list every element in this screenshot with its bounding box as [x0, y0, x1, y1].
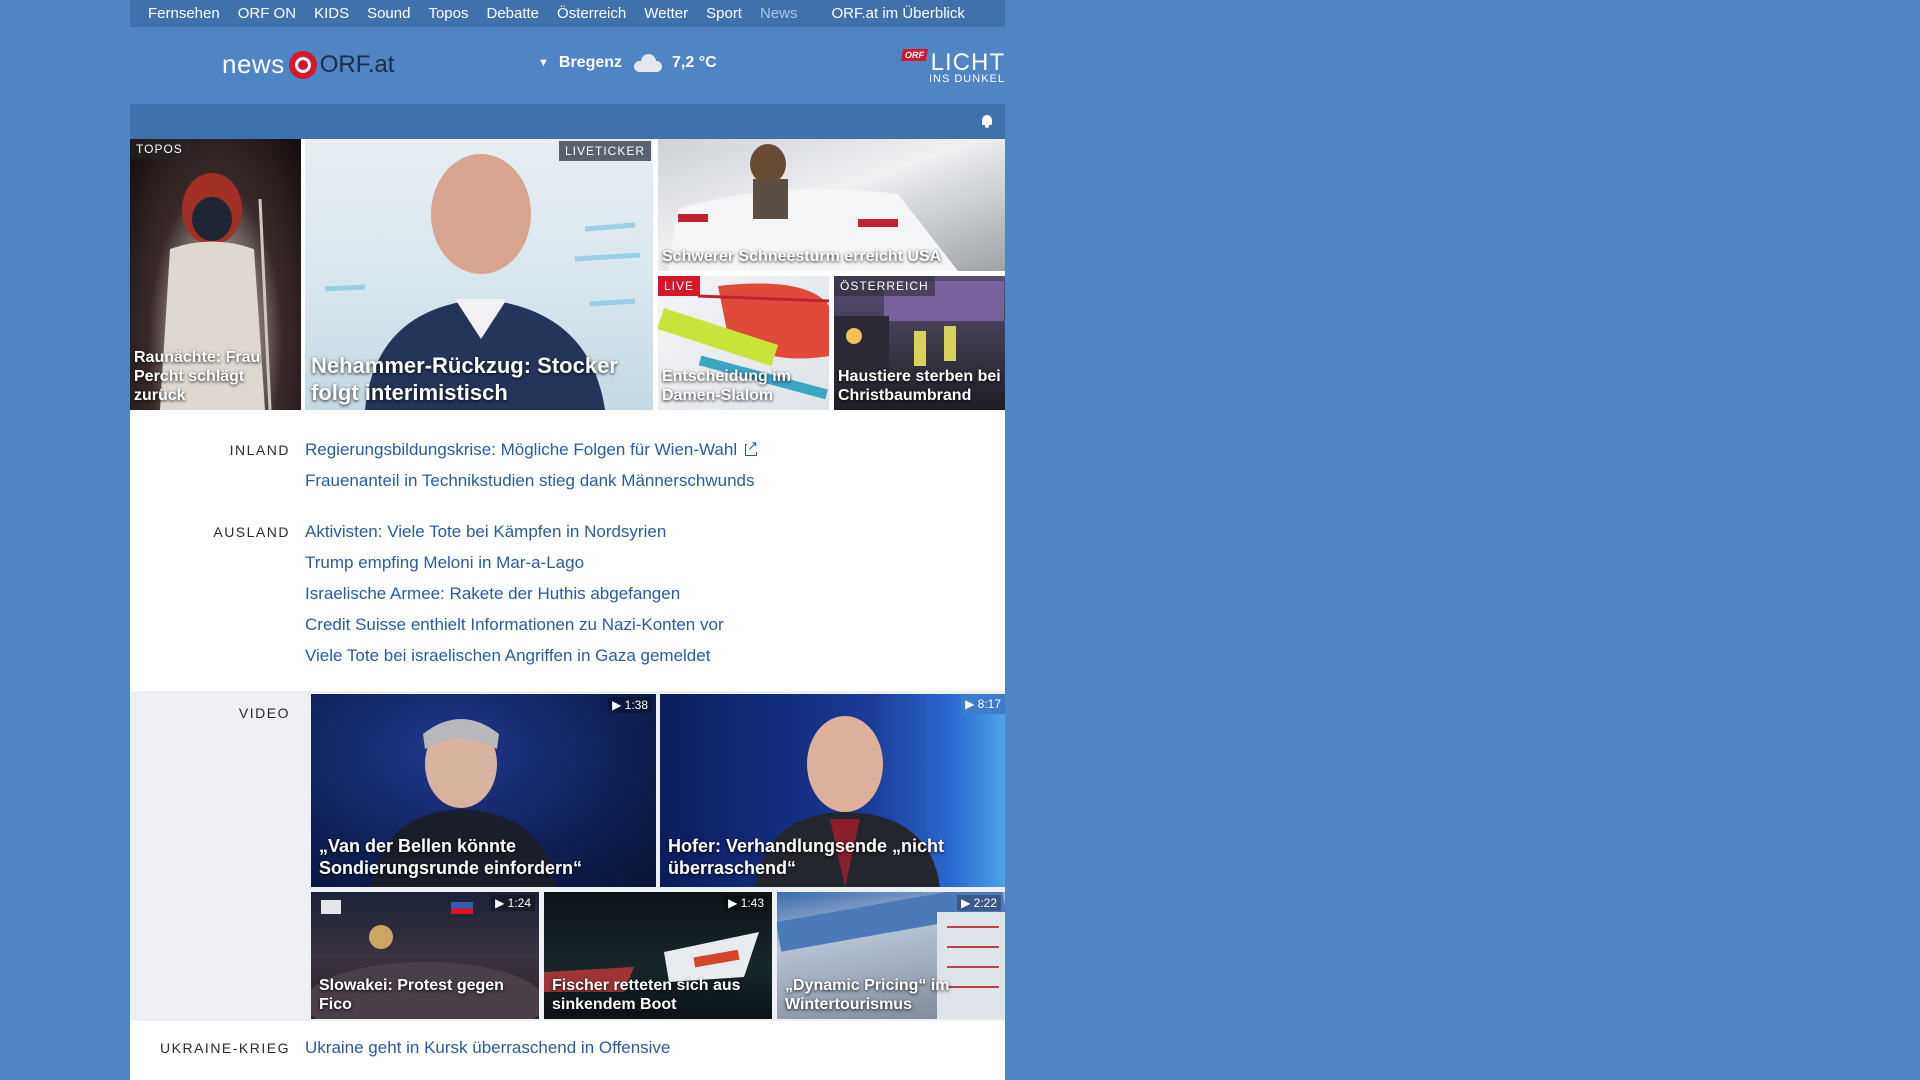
external-link-icon [745, 439, 759, 456]
orf-badge: ORF [900, 49, 928, 61]
cloud-icon [630, 54, 664, 72]
headline-link[interactable]: Regierungsbildungskrise: Mögliche Folgen… [305, 440, 737, 459]
teaser-lead-story[interactable]: LIVETICKER Nehammer-Rückzug: Stocker fol… [305, 139, 653, 410]
section-label-inland: INLAND [229, 442, 290, 458]
duration-text: 8:17 [977, 697, 1001, 711]
notification-bar [130, 104, 1005, 139]
duration-text: 1:43 [740, 896, 764, 910]
list-item: Ukraine geht in Kursk überraschend in Of… [305, 1032, 670, 1063]
teaser-fire[interactable]: ÖSTERREICH Haustiere sterben bei Christb… [834, 276, 1005, 410]
video-teaser[interactable]: ▶ 1:43 Fischer retteten sich aus sinkend… [544, 892, 772, 1019]
nav-news[interactable]: News [760, 5, 798, 22]
list-item: Regierungsbildungskrise: Mögliche Folgen… [305, 434, 759, 465]
headline-link[interactable]: Israelische Armee: Rakete der Huthis abg… [305, 584, 680, 603]
list-item: Credit Suisse enthielt Informationen zu … [305, 609, 724, 640]
teaser-topos[interactable]: TOPOS Raunächte: Frau Percht schlägt zur… [130, 139, 301, 410]
headline-link[interactable]: Credit Suisse enthielt Informationen zu … [305, 615, 724, 634]
nav-kids[interactable]: KIDS [314, 5, 349, 22]
content-panel: TOPOS Raunächte: Frau Percht schlägt zur… [130, 104, 1005, 1080]
nav-sound[interactable]: Sound [367, 5, 410, 22]
weather-location: Bregenz [558, 54, 623, 71]
play-icon: ▶ [612, 698, 622, 712]
teaser-snowstorm[interactable]: Schwerer Schneesturm erreicht USA [658, 139, 1005, 271]
weather-widget[interactable]: ▼ Bregenz 7,2 °C [538, 54, 717, 72]
video-title: Fischer retteten sich aus sinkendem Boot [552, 977, 741, 1013]
list-item: Aktivisten: Viele Tote bei Kämpfen in No… [305, 516, 724, 547]
nav-sport[interactable]: Sport [706, 5, 742, 22]
headline-link[interactable]: Trump empfing Meloni in Mar-a-Lago [305, 553, 584, 572]
video-title: „Van der Bellen könnte Sondierungsrunde … [319, 836, 583, 878]
nav-debatte[interactable]: Debatte [486, 5, 539, 22]
video-teaser[interactable]: ▶ 1:38 „Van der Bellen könnte Sondierung… [311, 694, 656, 887]
teaser-tag: TOPOS [130, 139, 189, 159]
section-label-ausland: AUSLAND [213, 524, 290, 540]
logo-news-text: news [222, 49, 285, 79]
play-icon: ▶ [961, 896, 971, 910]
play-icon: ▶ [965, 697, 975, 711]
orf-ring-icon [288, 50, 317, 79]
list-item: Israelische Armee: Rakete der Huthis abg… [305, 578, 724, 609]
video-teaser[interactable]: ▶ 8:17 Hofer: Verhandlungsende „nicht üb… [660, 694, 1005, 887]
ukraine-list: Ukraine geht in Kursk überraschend in Of… [305, 1032, 670, 1063]
nav-overview[interactable]: ORF.at im Überblick [832, 5, 965, 22]
duration-text: 2:22 [973, 896, 997, 910]
teaser-title: Nehammer-Rückzug: Stocker folgt interimi… [311, 353, 618, 405]
teaser-title: Schwerer Schneesturm erreicht USA [662, 248, 942, 265]
top-navigation: Fernsehen ORF ON KIDS Sound Topos Debatt… [130, 0, 1005, 27]
headline-link[interactable]: Viele Tote bei israelischen Angriffen in… [305, 646, 710, 665]
video-duration: ▶ 1:43 [724, 895, 768, 911]
video-duration: ▶ 1:38 [608, 697, 652, 713]
list-item: Trump empfing Meloni in Mar-a-Lago [305, 547, 724, 578]
teaser-title: Raunächte: Frau Percht schlägt zurück [134, 349, 261, 404]
nav-topos[interactable]: Topos [428, 5, 468, 22]
section-label-video: VIDEO [238, 705, 290, 721]
ausland-list: Aktivisten: Viele Tote bei Kämpfen in No… [305, 516, 724, 671]
play-icon: ▶ [495, 896, 505, 910]
bell-icon[interactable] [981, 115, 993, 128]
headline-link[interactable]: Ukraine geht in Kursk überraschend in Of… [305, 1038, 670, 1057]
section-video: VIDEO ▶ 1:38 „Van der Bellen könnte Sond… [130, 691, 1005, 1021]
video-teaser[interactable]: ▶ 2:22 „Dynamic Pricing“ im Wintertouris… [777, 892, 1005, 1019]
video-duration: ▶ 1:24 [491, 895, 535, 911]
site-header: news ORF.at ▼ Bregenz 7,2 °C ORF LICHT IN… [130, 27, 1005, 104]
list-item: Frauenanteil in Technikstudien stieg dan… [305, 465, 757, 496]
teaser-slalom[interactable]: LIVE Entscheidung im Damen-Slalom [658, 276, 829, 410]
section-ausland: AUSLAND Aktivisten: Viele Tote bei Kämpf… [130, 516, 1005, 676]
duration-text: 1:38 [624, 698, 648, 712]
licht-text: LICHT [930, 49, 1005, 76]
oesterreich-tag: ÖSTERREICH [834, 276, 935, 296]
section-inland: INLAND Regierungsbildungskrise: Mögliche… [130, 434, 1005, 504]
video-duration: ▶ 2:22 [957, 895, 1001, 911]
video-title: Hofer: Verhandlungsende „nicht überrasch… [668, 836, 945, 878]
headline-link[interactable]: Frauenanteil in Technikstudien stieg dan… [305, 471, 755, 490]
licht-ins-dunkel-logo[interactable]: ORF LICHT INS DUNKEL [900, 49, 1005, 85]
video-teaser[interactable]: ▶ 1:24 Slowakei: Protest gegen Fico [311, 892, 539, 1019]
section-ukraine: UKRAINE-KRIEG Ukraine geht in Kursk über… [130, 1032, 1005, 1080]
dropdown-triangle-icon: ▼ [538, 57, 549, 69]
live-tag: LIVE [658, 276, 701, 296]
nav-fernsehen[interactable]: Fernsehen [148, 5, 220, 22]
video-title: Slowakei: Protest gegen Fico [319, 977, 504, 1013]
teaser-title: Haustiere sterben bei Christbaumbrand [838, 368, 1001, 404]
play-icon: ▶ [728, 896, 738, 910]
inland-list: Regierungsbildungskrise: Mögliche Folgen… [305, 434, 759, 496]
teaser-title: Entscheidung im Damen-Slalom [662, 368, 791, 404]
nav-wetter[interactable]: Wetter [644, 5, 688, 22]
section-label-ukraine: UKRAINE-KRIEG [160, 1040, 290, 1056]
headline-link[interactable]: Aktivisten: Viele Tote bei Kämpfen in No… [305, 522, 666, 541]
video-duration: ▶ 8:17 [961, 694, 1005, 714]
news-orf-logo[interactable]: news ORF.at [222, 49, 394, 80]
list-item: Viele Tote bei israelischen Angriffen in… [305, 640, 724, 671]
nav-orf-on[interactable]: ORF ON [238, 5, 296, 22]
duration-text: 1:24 [507, 896, 531, 910]
liveticker-tag: LIVETICKER [558, 141, 651, 161]
weather-temperature: 7,2 °C [672, 54, 717, 71]
video-title: „Dynamic Pricing“ im Wintertourismus [785, 977, 950, 1013]
logo-orf-text: ORF.at [319, 50, 395, 78]
nav-oesterreich[interactable]: Österreich [557, 5, 626, 22]
